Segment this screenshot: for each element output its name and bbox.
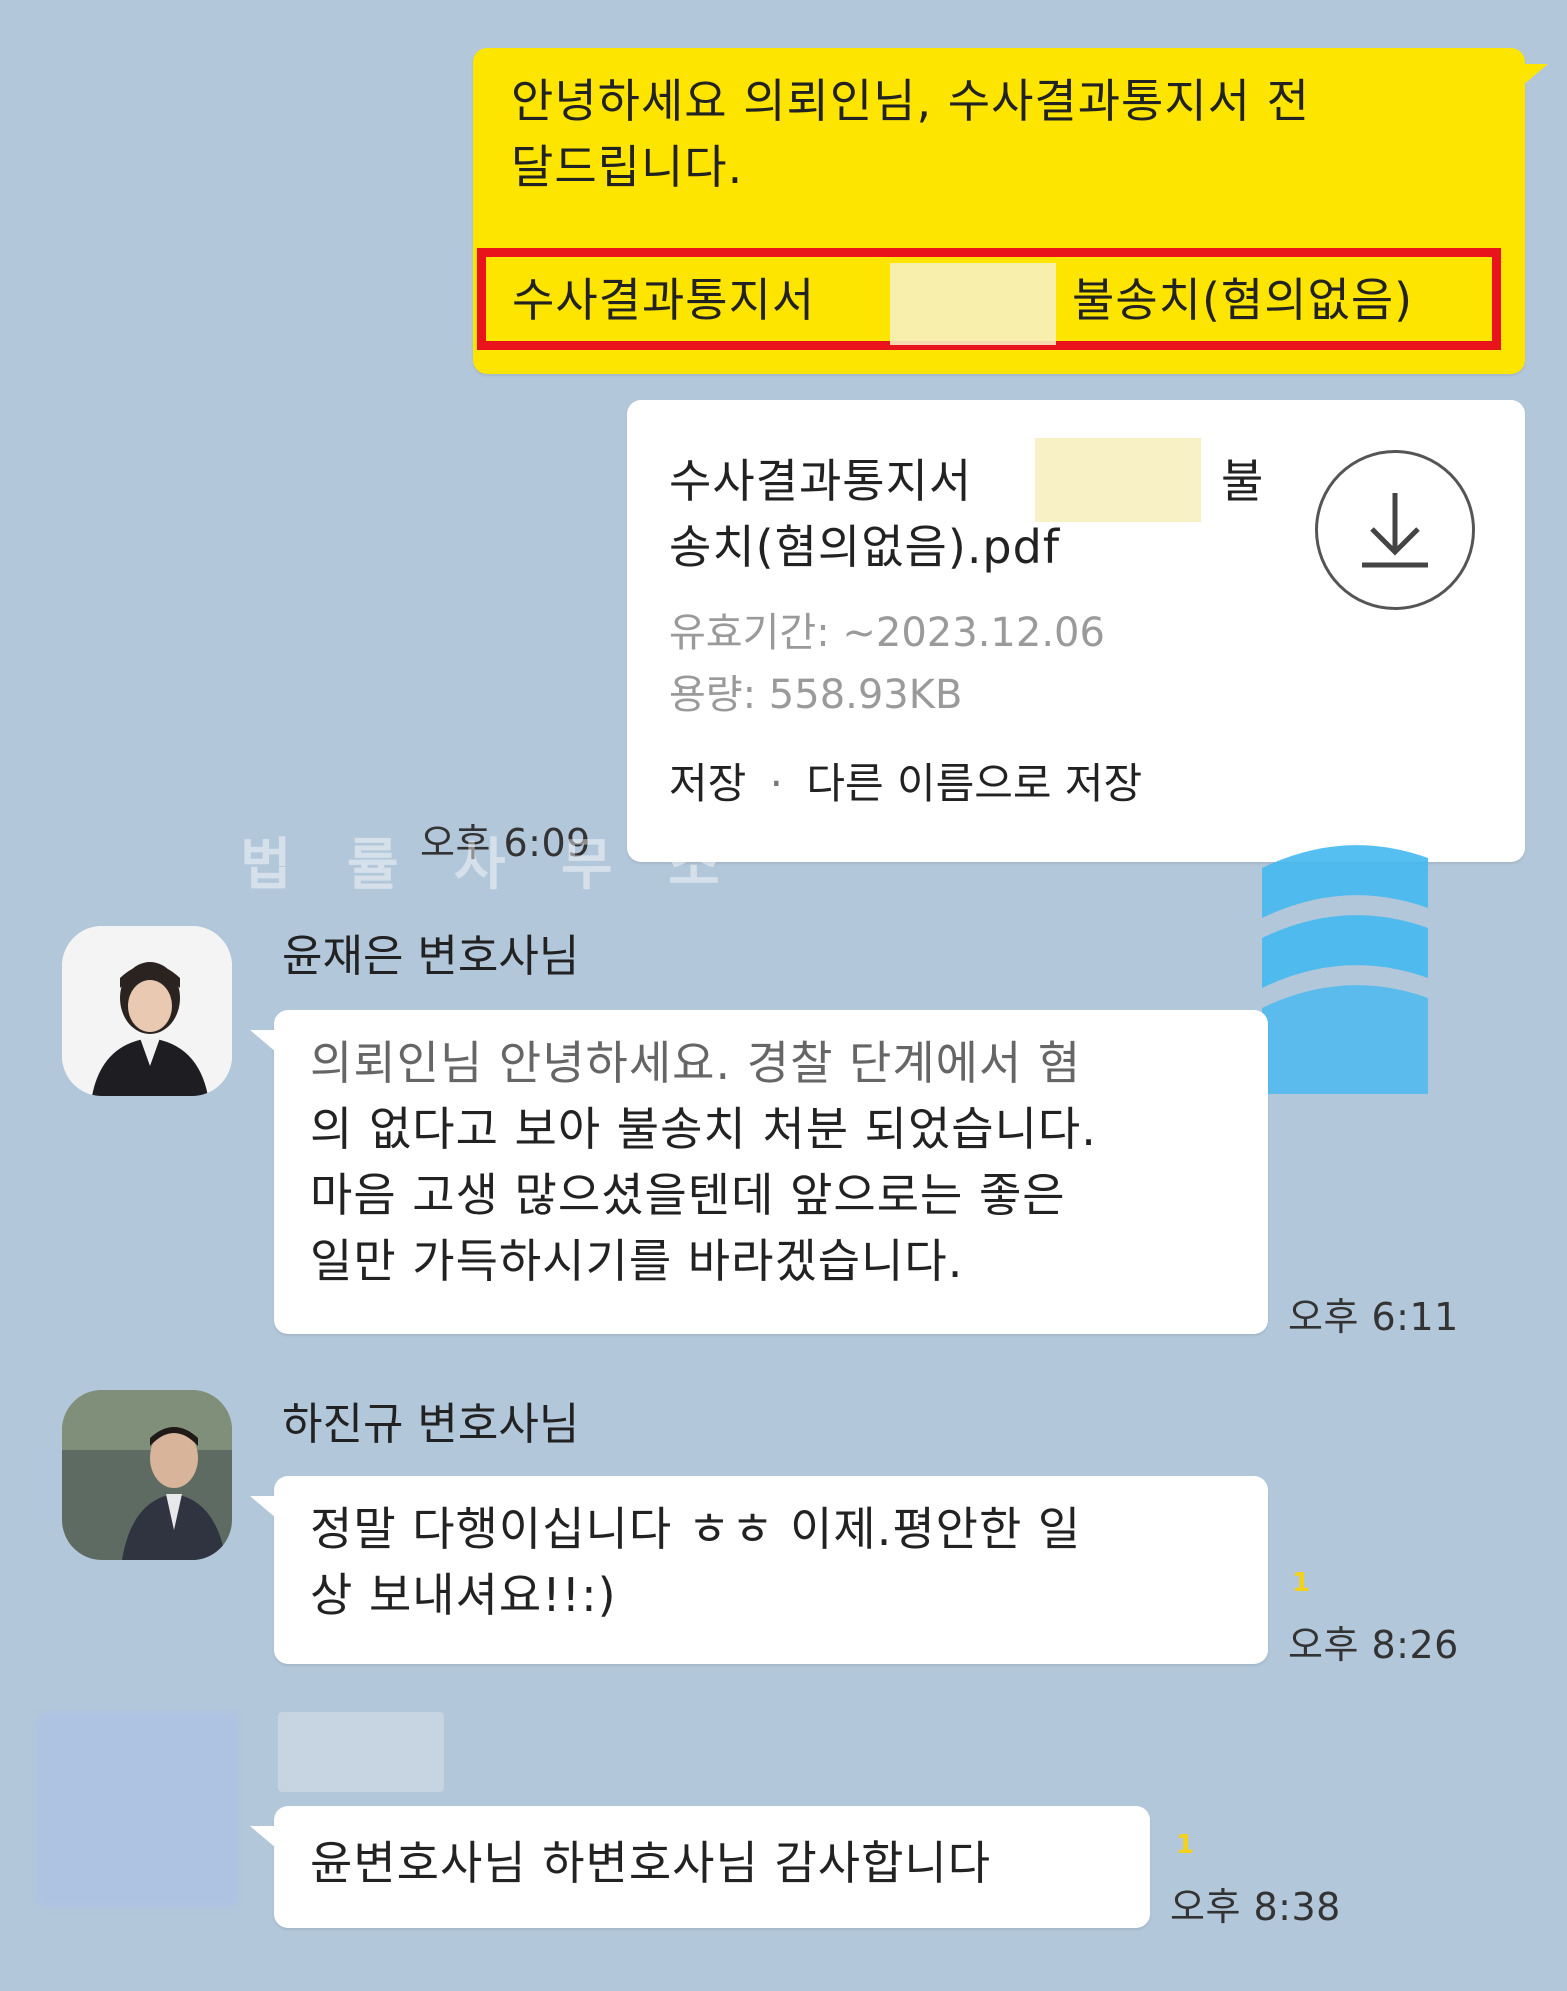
file-attachment-card[interactable]: 수사결과통지서 불 송치(혐의없음).pdf 유효기간: ~2023.12.06… (627, 400, 1525, 862)
file-actions: 저장 · 다른 이름으로 저장 (669, 750, 1142, 811)
separator: · (769, 759, 783, 808)
message-time: 오후 8:38 (1170, 1885, 1341, 1929)
message-time: 오후 6:11 (1288, 1295, 1459, 1339)
bubble-tail (250, 1826, 276, 1848)
unread-count: 1 (1292, 1568, 1311, 1598)
redacted-sender-name (278, 1712, 444, 1792)
highlight-box: 수사결과통지서 불송치(혐의없음) (477, 248, 1501, 350)
wave-logo-icon (1262, 845, 1428, 1094)
download-button[interactable] (1315, 450, 1475, 610)
file-size: 용량: 558.93KB (669, 672, 963, 718)
redacted-area (1035, 438, 1201, 522)
file-name-line: 송치(혐의없음).pdf (669, 520, 1061, 574)
sender-name: 하진규 변호사님 (282, 1399, 580, 1450)
watermark-text: 법 률 사 무 소 (240, 833, 738, 898)
message-text-line: 윤변호사님 하변호사님 감사합니다 (310, 1836, 992, 1890)
save-as-link[interactable]: 다른 이름으로 저장 (806, 759, 1142, 808)
message-text-line: 마음 고생 많으셨을텐데 앞으로는 좋은 (310, 1168, 1066, 1222)
message-text-line: 안녕하세요 의뢰인님, 수사결과통지서 전 (511, 74, 1310, 128)
unread-count: 1 (1176, 1830, 1195, 1860)
other-message-bubble[interactable]: 정말 다행이십니다 ㅎㅎ 이제.평안한 일 상 보내셔요!!:) (274, 1476, 1268, 1664)
message-text-line: 정말 다행이십니다 ㅎㅎ 이제.평안한 일 (310, 1502, 1082, 1556)
bubble-tail (250, 1496, 276, 1518)
message-text-line: 의 없다고 보아 불송치 처분 되었습니다. (310, 1102, 1097, 1156)
file-name-line: 수사결과통지서 (669, 454, 973, 508)
message-text-line: 달드립니다. (511, 140, 744, 194)
bubble-tail (1522, 64, 1548, 86)
save-link[interactable]: 저장 (669, 759, 746, 808)
person-avatar-icon (62, 1390, 232, 1560)
message-text-line: 일만 가득하시기를 바라겠습니다. (310, 1234, 964, 1288)
download-icon (1362, 493, 1428, 568)
file-name-line: 불 (1221, 454, 1265, 508)
avatar[interactable] (38, 1712, 238, 1908)
message-time: 오후 8:26 (1288, 1623, 1459, 1667)
highlight-text-left: 수사결과통지서 (512, 273, 816, 327)
my-message-bubble[interactable]: 안녕하세요 의뢰인님, 수사결과통지서 전 달드립니다. 수사결과통지서 불송치… (473, 48, 1525, 374)
bubble-tail (250, 1030, 276, 1052)
watermark-logo (1262, 838, 1428, 1094)
sender-name: 윤재은 변호사님 (282, 931, 580, 982)
avatar[interactable] (62, 1390, 232, 1560)
highlight-text-right: 불송치(혐의없음) (1072, 273, 1414, 327)
message-text-line: 의뢰인님 안녕하세요. 경찰 단계에서 혐 (310, 1036, 1082, 1090)
message-text-line: 상 보내셔요!!:) (310, 1568, 617, 1622)
other-message-bubble[interactable]: 의뢰인님 안녕하세요. 경찰 단계에서 혐 의 없다고 보아 불송치 처분 되었… (274, 1010, 1268, 1334)
other-message-bubble[interactable]: 윤변호사님 하변호사님 감사합니다 (274, 1806, 1150, 1928)
file-expiry: 유효기간: ~2023.12.06 (669, 610, 1105, 656)
person-avatar-icon (62, 926, 232, 1096)
avatar[interactable] (62, 926, 232, 1096)
redacted-area (890, 263, 1056, 345)
